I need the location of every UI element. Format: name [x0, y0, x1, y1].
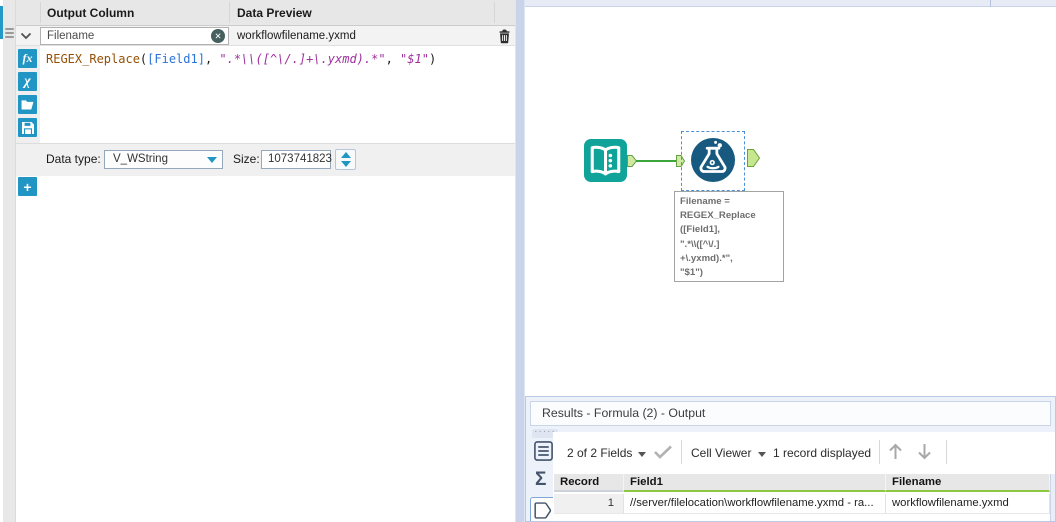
clear-field-icon[interactable]: ✕	[211, 29, 225, 43]
header-divider	[494, 2, 495, 23]
flask-icon	[699, 140, 727, 173]
delete-expression-icon[interactable]	[498, 29, 511, 44]
expression-grid-header: Output Column Data Preview	[16, 0, 515, 26]
datatype-select[interactable]: V_WString	[104, 150, 223, 169]
step-down-icon[interactable]	[340, 161, 351, 167]
open-book-icon	[590, 145, 621, 176]
apply-checkmark-icon[interactable]	[653, 445, 673, 459]
metadata-pentagon-icon	[534, 502, 552, 519]
canvas-top-strip-divider	[990, 0, 991, 7]
fx-icon: fx	[22, 51, 33, 65]
filename-column-header[interactable]: Filename	[886, 474, 1050, 492]
record-column-header[interactable]: Record	[554, 474, 624, 492]
tool-annotation[interactable]: Filename = REGEX_Replace ([Field1], ".*\…	[674, 191, 784, 282]
results-panel: Results - Formula (2) - Output ····· Σ 2…	[525, 396, 1056, 522]
save-icon	[21, 121, 34, 134]
toolbar-separator	[879, 440, 880, 464]
formula-tool-output-anchor[interactable]	[747, 149, 761, 167]
header-divider	[40, 2, 41, 23]
results-table-header: Record Field1 Filename	[554, 474, 1050, 492]
open-expression-button[interactable]	[18, 95, 37, 114]
formula-tool[interactable]	[691, 138, 735, 182]
save-expression-button[interactable]	[18, 118, 37, 137]
formula-regex-string: ".*\\([^\/.]+\.yxmd).*"	[219, 52, 386, 66]
table-row: 1 //server/filelocation\workflowfilename…	[554, 494, 1050, 514]
data-preview-value: workflowfilename.yxmd	[237, 30, 356, 42]
add-expression-button[interactable]: +	[18, 177, 37, 196]
formula-field-ref: [Field1]	[147, 52, 205, 66]
header-divider	[229, 2, 230, 23]
field1-value-cell[interactable]: //server/filelocation\workflowfilename.y…	[624, 494, 886, 514]
scroll-up-icon[interactable]	[887, 442, 904, 461]
filename-value-cell[interactable]: workflowfilename.yxmd	[886, 494, 1050, 514]
field1-column-header[interactable]: Field1	[624, 474, 886, 492]
record-count-label: 1 record displayed	[773, 446, 872, 460]
record-number-cell: 1	[554, 494, 624, 514]
connection-line[interactable]	[636, 160, 678, 162]
data-preview-header: Data Preview	[237, 6, 312, 20]
cell-viewer-dropdown[interactable]: Cell Viewer	[691, 446, 751, 460]
chi-icon: χ	[24, 74, 31, 89]
table-scrollbar[interactable]	[1050, 474, 1055, 521]
folder-open-icon	[21, 100, 34, 110]
formula-expression-editor[interactable]: REGEX_Replace([Field1], ".*\\([^\/.]+\.y…	[46, 52, 436, 68]
fields-caret-icon[interactable]	[638, 452, 646, 457]
results-content: 2 of 2 Fields Cell Viewer 1 record displ…	[553, 432, 1055, 521]
results-panel-title: Results - Formula (2) - Output	[530, 401, 1051, 426]
toolbar-separator	[946, 440, 947, 464]
output-column-header: Output Column	[47, 6, 135, 20]
output-column-input[interactable]: Filename	[40, 27, 229, 45]
formula-function-name: REGEX_Replace	[46, 52, 140, 66]
formula-configuration-panel: Output Column Data Preview Filename ✕ wo…	[0, 0, 515, 522]
drag-grip-icon[interactable]	[5, 28, 14, 38]
datatype-caret-icon[interactable]	[207, 157, 217, 163]
canvas-top-strip	[525, 0, 1056, 7]
step-up-icon[interactable]	[340, 152, 351, 158]
size-label: Size:	[233, 152, 260, 166]
table-view-icon[interactable]	[533, 440, 554, 462]
size-input[interactable]: 1073741823	[261, 150, 332, 169]
scroll-down-icon[interactable]	[916, 442, 933, 461]
cell-viewer-caret-icon[interactable]	[758, 452, 766, 457]
toolbar-separator	[681, 440, 682, 464]
formula-replace-string: "$1"	[400, 52, 429, 66]
profile-sigma-icon[interactable]: Σ	[535, 469, 546, 491]
expression-gutter	[3, 0, 16, 522]
functions-button[interactable]: fx	[18, 49, 37, 68]
size-stepper[interactable]	[335, 149, 356, 170]
chevron-down-icon[interactable]	[20, 32, 32, 40]
datatype-label: Data type:	[46, 152, 101, 166]
fields-summary-dropdown[interactable]: 2 of 2 Fields	[567, 446, 632, 460]
variables-button[interactable]: χ	[18, 72, 37, 91]
alteryx-designer-window: Output Column Data Preview Filename ✕ wo…	[0, 0, 1056, 522]
panel-splitter[interactable]	[515, 0, 525, 522]
input-data-tool[interactable]	[584, 139, 627, 182]
